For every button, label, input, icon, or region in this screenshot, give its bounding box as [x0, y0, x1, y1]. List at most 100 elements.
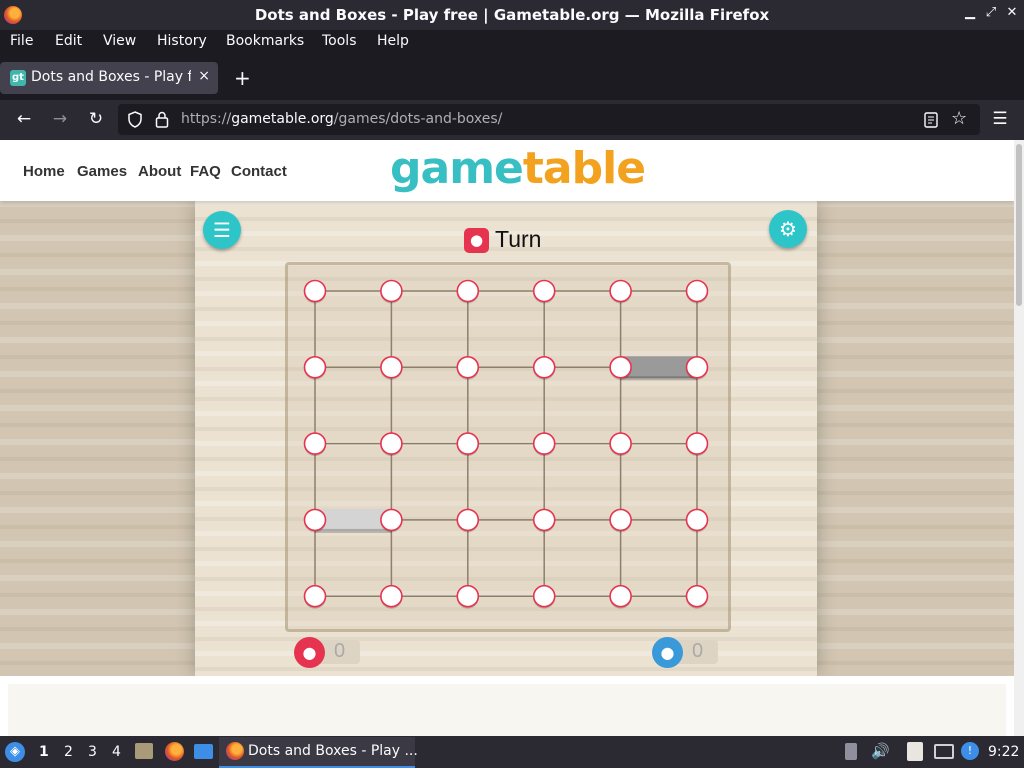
network-icon[interactable] [934, 744, 954, 759]
nav-faq[interactable]: FAQ [190, 163, 221, 180]
grid-dot [303, 432, 327, 455]
content-panel [8, 684, 1006, 736]
url-path: /games/dots-and-boxes/ [333, 111, 503, 127]
menu-tools[interactable]: Tools [322, 33, 357, 49]
score-blue-value: 0 [692, 640, 704, 662]
game-area: ☰ ⚙ ● Turn ● 0 ● 0 [195, 201, 817, 676]
minimize-icon[interactable]: ▁ [962, 5, 978, 20]
scrollbar-thumb[interactable] [1016, 144, 1022, 306]
tab-title: Dots and Boxes - Play free | Gametable.o… [31, 69, 191, 85]
taskbar-firefox-task[interactable]: Dots and Boxes - Play ... [219, 737, 418, 768]
grid-dot [609, 279, 632, 303]
grid-dot [532, 279, 556, 303]
game-menu-button[interactable]: ☰ [203, 211, 241, 249]
nav-games[interactable]: Games [77, 163, 127, 180]
address-bar[interactable]: https://gametable.org/games/dots-and-box… [118, 104, 980, 135]
maximize-icon[interactable]: ⤢ [983, 5, 999, 20]
tab-strip: gt Dots and Boxes - Play free | Gametabl… [0, 54, 1024, 100]
reader-view-icon[interactable] [924, 112, 938, 128]
menu-bar: File Edit View History Bookmarks Tools H… [0, 30, 1024, 54]
navigation-toolbar: ← → ↻ https://gametable.org/games/dots-a… [0, 100, 1024, 140]
task-label: Dots and Boxes - Play ... [248, 743, 418, 759]
grid-dot [303, 356, 327, 379]
tab-active[interactable]: gt Dots and Boxes - Play free | Gametabl… [0, 62, 218, 94]
grid-dot [380, 432, 403, 455]
grid-dot [685, 279, 709, 303]
bookmark-star-icon[interactable]: ☆ [951, 108, 967, 129]
clock: 9:22 [988, 744, 1020, 760]
tab-close-icon[interactable]: × [198, 68, 210, 84]
app-menu-icon[interactable]: ☰ [988, 109, 1012, 129]
gametable-logo[interactable]: gametable [390, 143, 646, 194]
placed-line [620, 356, 697, 379]
grid-dot [532, 508, 556, 532]
grid-dot [380, 356, 403, 379]
web-page: Home Games About FAQ Contact gametable ☰… [0, 140, 1014, 736]
placed-line-shadow [315, 528, 392, 533]
clipboard-icon[interactable] [907, 742, 923, 761]
back-icon[interactable]: ← [12, 109, 36, 129]
window-title: Dots and Boxes - Play free | Gametable.o… [254, 6, 770, 24]
grid-dot [456, 508, 480, 532]
grid-dot [380, 279, 403, 303]
placed-line [315, 508, 392, 531]
grid-dot [303, 279, 327, 303]
shield-icon[interactable] [127, 111, 143, 128]
nav-about[interactable]: About [138, 163, 181, 180]
notification-icon[interactable]: ! [961, 742, 979, 760]
grid-dot [456, 279, 480, 303]
workspace-4[interactable]: 4 [112, 744, 121, 760]
grid-dot [609, 356, 632, 379]
grid-dot [685, 584, 709, 608]
tray-updates-icon[interactable] [845, 743, 857, 760]
gametable-favicon-icon: gt [10, 70, 26, 86]
grid-dot [303, 508, 327, 532]
firefox-launcher-icon[interactable] [165, 742, 184, 761]
grid-dot [532, 356, 556, 379]
menu-help[interactable]: Help [377, 33, 409, 49]
game-settings-button[interactable]: ⚙ [769, 210, 807, 248]
grid-dot [456, 432, 480, 455]
forward-icon[interactable]: → [48, 109, 72, 129]
workspace-3[interactable]: 3 [88, 744, 97, 760]
menu-history[interactable]: History [157, 33, 207, 49]
grid-dot [456, 356, 480, 379]
reload-icon[interactable]: ↻ [84, 109, 108, 129]
grid-dot [303, 584, 327, 608]
workspace-1[interactable]: 1 [39, 744, 49, 760]
window-titlebar: Dots and Boxes - Play free | Gametable.o… [0, 0, 1024, 30]
file-manager-icon[interactable] [135, 743, 153, 759]
nav-home[interactable]: Home [23, 163, 65, 180]
nav-contact[interactable]: Contact [231, 163, 287, 180]
dots-grid[interactable] [288, 265, 728, 629]
new-tab-button[interactable]: + [234, 66, 251, 90]
grid-dot [685, 356, 709, 379]
list-icon: ☰ [213, 218, 231, 242]
url-text[interactable]: https://gametable.org/games/dots-and-box… [181, 111, 502, 127]
close-window-icon[interactable]: ✕ [1004, 5, 1020, 20]
grid-dot [685, 432, 709, 455]
page-scrollbar[interactable] [1014, 140, 1024, 736]
menu-file[interactable]: File [10, 33, 33, 49]
game-board[interactable] [285, 262, 731, 632]
workspace-2[interactable]: 2 [64, 744, 73, 760]
grid-dot [380, 508, 403, 532]
grid-dot [456, 584, 480, 608]
desktop-icon[interactable] [194, 744, 213, 759]
menu-view[interactable]: View [103, 33, 136, 49]
grid-dot [685, 508, 709, 532]
red-player-icon: ● [294, 637, 325, 668]
menu-edit[interactable]: Edit [55, 33, 82, 49]
grid-dot [380, 584, 403, 608]
start-menu-icon[interactable]: ◈ [5, 742, 25, 762]
lock-icon[interactable] [155, 111, 169, 128]
menu-bookmarks[interactable]: Bookmarks [226, 33, 304, 49]
url-prefix: https:// [181, 111, 232, 127]
volume-icon[interactable]: 🔊 [871, 742, 890, 760]
grid-dot [609, 432, 632, 455]
taskbar: ◈ 1 2 3 4 Dots and Boxes - Play ... 🔊 ! … [0, 736, 1024, 768]
url-domain: gametable.org [231, 111, 334, 127]
grid-dot [609, 508, 632, 532]
player-user-icon: ● [464, 228, 489, 253]
blue-player-icon: ● [652, 637, 683, 668]
